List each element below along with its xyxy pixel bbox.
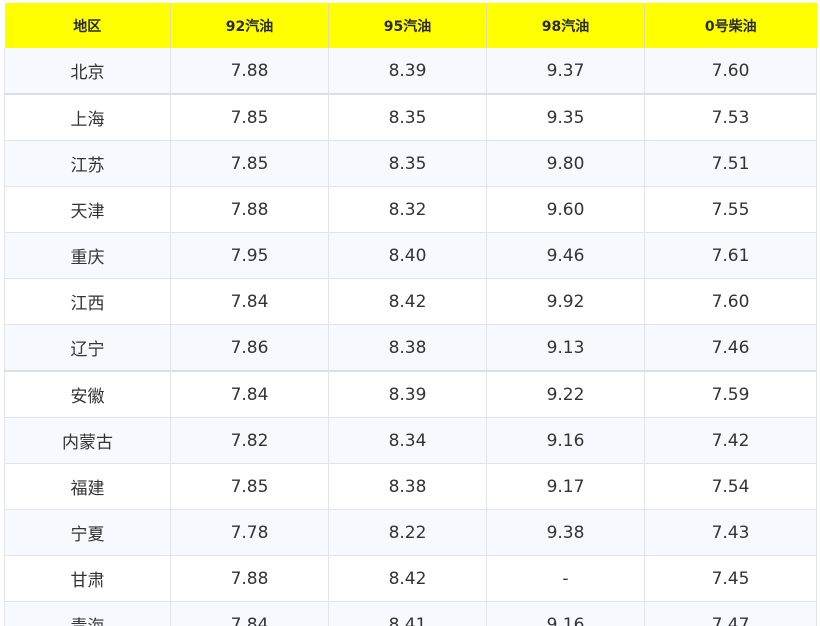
header-diesel-0: 0号柴油 [644, 3, 817, 48]
table-row: 上海 7.85 8.35 9.35 7.53 [4, 94, 817, 141]
cell-region: 安徽 [4, 371, 171, 418]
header-gasoline-98: 98汽油 [486, 3, 645, 48]
cell-price-diesel: 7.53 [644, 94, 817, 141]
cell-price-98: 9.80 [486, 140, 645, 187]
cell-price-92: 7.78 [170, 509, 329, 556]
cell-price-92: 7.88 [170, 186, 329, 233]
table-row: 安徽 7.84 8.39 9.22 7.59 [4, 371, 817, 418]
table-row: 内蒙古 7.82 8.34 9.16 7.42 [4, 417, 817, 464]
table-row: 江西 7.84 8.42 9.92 7.60 [4, 278, 817, 325]
cell-price-95: 8.34 [328, 417, 487, 464]
cell-price-92: 7.82 [170, 417, 329, 464]
cell-price-92: 7.84 [170, 278, 329, 325]
table-body: 北京 7.88 8.39 9.37 7.60 上海 7.85 8.35 9.35… [4, 48, 817, 626]
header-gasoline-92: 92汽油 [170, 3, 329, 48]
price-table-container: 地区 92汽油 95汽油 98汽油 0号柴油 北京 7.88 8.39 9.37… [0, 0, 820, 626]
cell-price-95: 8.42 [328, 278, 487, 325]
cell-price-diesel: 7.43 [644, 509, 817, 556]
fuel-price-table: 地区 92汽油 95汽油 98汽油 0号柴油 北京 7.88 8.39 9.37… [4, 3, 817, 626]
cell-price-diesel: 7.45 [644, 555, 817, 602]
table-row: 辽宁 7.86 8.38 9.13 7.46 [4, 324, 817, 372]
cell-price-diesel: 7.55 [644, 186, 817, 233]
cell-price-95: 8.38 [328, 463, 487, 510]
cell-price-92: 7.85 [170, 463, 329, 510]
cell-price-diesel: 7.60 [644, 278, 817, 325]
cell-price-92: 7.84 [170, 601, 329, 626]
table-row: 宁夏 7.78 8.22 9.38 7.43 [4, 509, 817, 556]
cell-price-diesel: 7.47 [644, 601, 817, 626]
cell-price-95: 8.39 [328, 48, 487, 95]
cell-price-diesel: 7.61 [644, 232, 817, 279]
cell-price-98: 9.13 [486, 324, 645, 372]
cell-price-92: 7.86 [170, 324, 329, 372]
cell-region: 江西 [4, 278, 171, 325]
cell-price-diesel: 7.59 [644, 371, 817, 418]
cell-region: 上海 [4, 94, 171, 141]
table-row: 江苏 7.85 8.35 9.80 7.51 [4, 140, 817, 187]
cell-price-92: 7.88 [170, 555, 329, 602]
cell-region: 重庆 [4, 232, 171, 279]
cell-price-98: 9.92 [486, 278, 645, 325]
cell-price-diesel: 7.60 [644, 48, 817, 95]
cell-price-92: 7.85 [170, 140, 329, 187]
cell-price-98: 9.38 [486, 509, 645, 556]
cell-price-98: 9.16 [486, 601, 645, 626]
cell-price-92: 7.88 [170, 48, 329, 95]
cell-price-98: 9.35 [486, 94, 645, 141]
table-row: 北京 7.88 8.39 9.37 7.60 [4, 48, 817, 95]
cell-price-95: 8.38 [328, 324, 487, 372]
cell-region: 宁夏 [4, 509, 171, 556]
table-row: 甘肃 7.88 8.42 - 7.45 [4, 555, 817, 602]
header-gasoline-95: 95汽油 [328, 3, 487, 48]
cell-price-95: 8.40 [328, 232, 487, 279]
cell-price-98: 9.37 [486, 48, 645, 95]
table-row: 福建 7.85 8.38 9.17 7.54 [4, 463, 817, 510]
cell-region: 内蒙古 [4, 417, 171, 464]
cell-region: 青海 [4, 601, 171, 626]
header-region: 地区 [4, 3, 171, 48]
cell-price-98: 9.17 [486, 463, 645, 510]
cell-region: 辽宁 [4, 324, 171, 372]
cell-price-92: 7.85 [170, 94, 329, 141]
table-row: 重庆 7.95 8.40 9.46 7.61 [4, 232, 817, 279]
cell-price-98: 9.60 [486, 186, 645, 233]
cell-price-diesel: 7.46 [644, 324, 817, 372]
cell-region: 北京 [4, 48, 171, 95]
cell-price-98: 9.16 [486, 417, 645, 464]
cell-price-98: - [486, 555, 645, 602]
cell-price-95: 8.32 [328, 186, 487, 233]
table-row: 青海 7.84 8.41 9.16 7.47 [4, 601, 817, 626]
cell-price-95: 8.22 [328, 509, 487, 556]
table-row: 天津 7.88 8.32 9.60 7.55 [4, 186, 817, 233]
header-row: 地区 92汽油 95汽油 98汽油 0号柴油 [4, 3, 817, 48]
cell-price-diesel: 7.42 [644, 417, 817, 464]
cell-price-95: 8.35 [328, 140, 487, 187]
cell-price-98: 9.46 [486, 232, 645, 279]
cell-price-92: 7.84 [170, 371, 329, 418]
cell-price-diesel: 7.54 [644, 463, 817, 510]
cell-region: 福建 [4, 463, 171, 510]
table-header: 地区 92汽油 95汽油 98汽油 0号柴油 [4, 3, 817, 48]
cell-region: 甘肃 [4, 555, 171, 602]
cell-price-diesel: 7.51 [644, 140, 817, 187]
cell-price-98: 9.22 [486, 371, 645, 418]
cell-price-95: 8.39 [328, 371, 487, 418]
cell-price-95: 8.41 [328, 601, 487, 626]
cell-region: 江苏 [4, 140, 171, 187]
cell-price-95: 8.35 [328, 94, 487, 141]
cell-price-92: 7.95 [170, 232, 329, 279]
cell-price-95: 8.42 [328, 555, 487, 602]
cell-region: 天津 [4, 186, 171, 233]
